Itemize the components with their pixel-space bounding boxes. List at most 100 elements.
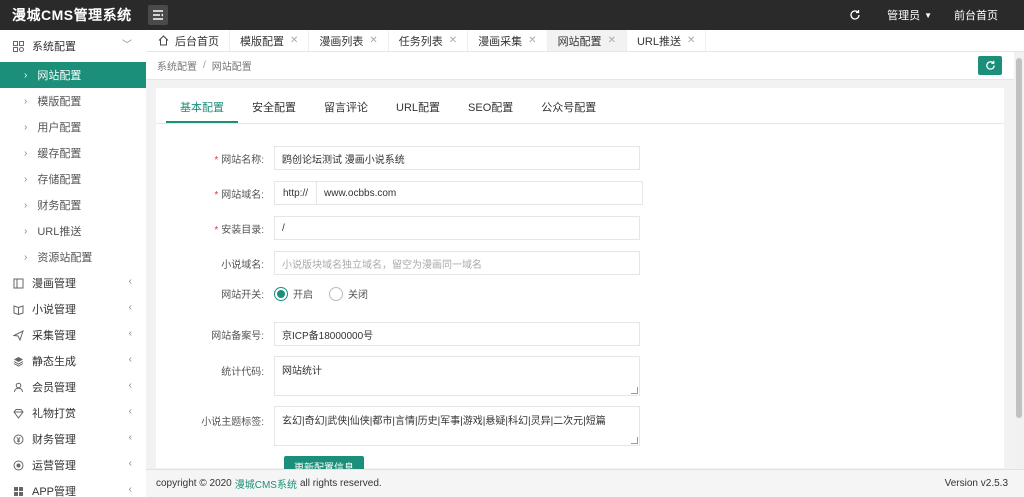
footer-copyright: copyright © 2020	[156, 478, 232, 489]
tab-security-config[interactable]: 安全配置	[238, 99, 310, 123]
sidebar-group-label: 采集管理	[32, 330, 76, 342]
grid-icon	[12, 485, 24, 497]
tab-site-config[interactable]: 网站配置 ✕	[547, 30, 627, 51]
sidebar-group-operation[interactable]: 运营管理 ‹	[0, 452, 146, 478]
label-text: 网站名称:	[221, 154, 264, 166]
chevron-right-icon: ›	[24, 147, 28, 159]
sidebar-group-app[interactable]: APP管理 ‹	[0, 478, 146, 497]
close-icon[interactable]: ✕	[369, 35, 377, 46]
sidebar-group-label: 静态生成	[32, 356, 76, 368]
novel-domain-label: 小说域名:	[221, 259, 264, 271]
target-icon	[12, 459, 24, 471]
close-icon[interactable]: ✕	[687, 35, 695, 46]
sidebar-item-label: 资源站配置	[37, 252, 93, 264]
novel-domain-input[interactable]: 小说版块域名独立域名，留空为漫画同一域名	[274, 251, 640, 275]
tab-seo-config[interactable]: SEO配置	[454, 99, 527, 123]
site-name-input[interactable]: 鸥创论坛测试 漫画小说系统	[274, 146, 640, 170]
app-title: 漫城CMS管理系统	[12, 7, 132, 23]
tab-comic-list[interactable]: 漫画列表 ✕	[309, 30, 389, 51]
footer-cms-link[interactable]: 漫城CMS系统	[235, 476, 297, 491]
sidebar: 系统配置 ﹀ › 网站配置 › 模版配置 › 用户配置 › 缓存配置 › 存储配置 › 财务…	[0, 30, 146, 497]
sidebar-group-label: 运营管理	[32, 460, 76, 472]
sidebar-group-comic[interactable]: 漫画管理 ‹	[0, 270, 146, 296]
chevron-right-icon: ›	[24, 199, 28, 211]
chevron-left-icon: ‹	[128, 484, 132, 495]
sidebar-group-finance[interactable]: 财务管理 ‹	[0, 426, 146, 452]
required-mark: *	[214, 224, 219, 236]
sidebar-item-label: 财务配置	[37, 200, 82, 212]
yen-icon	[12, 433, 24, 445]
site-switch-on-radio[interactable]: 开启	[274, 286, 313, 301]
tab-wechat-config[interactable]: 公众号配置	[527, 99, 610, 123]
admin-label: 管理员	[887, 10, 921, 22]
sidebar-item-url-push[interactable]: › URL推送	[0, 218, 146, 244]
sidebar-group-static[interactable]: 静态生成 ‹	[0, 348, 146, 374]
install-dir-label: * 安装目录:	[156, 221, 274, 236]
required-mark: *	[214, 189, 219, 201]
radio-label: 关闭	[348, 290, 368, 301]
form-row-novel-tags: 小说主题标签: 玄幻|奇幻|武侠|仙侠|都市|言情|历史|军事|游戏|悬疑|科幻…	[156, 406, 640, 446]
send-icon	[12, 329, 24, 341]
sidebar-group-label: APP管理	[32, 486, 77, 497]
chevron-left-icon: ‹	[128, 458, 132, 469]
sidebar-group-system-config[interactable]: 系统配置 ﹀	[0, 30, 146, 62]
sidebar-group-novel[interactable]: 小说管理 ‹	[0, 296, 146, 322]
tab-label: 后台首页	[175, 35, 219, 48]
breadcrumb-parent[interactable]: 系统配置	[157, 58, 197, 73]
sidebar-item-label: 缓存配置	[37, 148, 82, 160]
sidebar-item-cache-config[interactable]: › 缓存配置	[0, 140, 146, 166]
sidebar-group-member[interactable]: 会员管理 ‹	[0, 374, 146, 400]
tab-comic-collect[interactable]: 漫画采集 ✕	[468, 30, 548, 51]
page-scrollbar[interactable]	[1014, 52, 1024, 469]
site-domain-input[interactable]: www.ocbbs.com	[316, 181, 644, 205]
gear-icon	[12, 40, 24, 52]
sidebar-item-template-config[interactable]: › 模版配置	[0, 88, 146, 114]
tab-task-list[interactable]: 任务列表 ✕	[389, 30, 469, 51]
sidebar-item-finance-config[interactable]: › 财务配置	[0, 192, 146, 218]
sidebar-item-user-config[interactable]: › 用户配置	[0, 114, 146, 140]
refresh-page-button[interactable]	[845, 5, 865, 25]
sidebar-item-label: URL推送	[37, 226, 82, 238]
sidebar-group-label: 漫画管理	[32, 278, 76, 290]
tab-url-push[interactable]: URL推送 ✕	[627, 30, 707, 51]
tab-home[interactable]: 后台首页	[146, 30, 230, 51]
stats-textarea[interactable]: 网站统计	[274, 356, 640, 396]
sidebar-item-resource-config[interactable]: › 资源站配置	[0, 244, 146, 270]
tab-label: 漫画列表	[319, 35, 364, 48]
form-row-stats: 统计代码: 网站统计	[156, 356, 640, 396]
sidebar-group-gift[interactable]: 礼物打赏 ‹	[0, 400, 146, 426]
admin-menu[interactable]: 管理员 ▼	[887, 7, 932, 23]
tab-comment-config[interactable]: 留言评论	[310, 99, 382, 123]
footer-rights: all rights reserved.	[299, 478, 382, 489]
tab-basic-config[interactable]: 基本配置	[166, 99, 238, 123]
chevron-down-icon: ﹀	[122, 40, 132, 51]
sidebar-item-site-config[interactable]: › 网站配置	[0, 62, 146, 88]
user-icon	[12, 381, 24, 393]
site-switch-off-radio[interactable]: 关闭	[329, 286, 368, 301]
sidebar-group-label: 财务管理	[32, 434, 76, 446]
install-dir-input[interactable]: /	[274, 216, 640, 240]
chevron-left-icon: ‹	[128, 406, 132, 417]
sidebar-item-label: 存储配置	[37, 174, 82, 186]
tab-template-config[interactable]: 模版配置 ✕	[230, 30, 310, 51]
refresh-content-button[interactable]	[978, 56, 1002, 75]
page-tabs-bar: 后台首页 模版配置 ✕ 漫画列表 ✕ 任务列表 ✕ 漫画采集 ✕ 网站配置 ✕ URL推送…	[146, 30, 1024, 52]
chevron-right-icon: ›	[24, 225, 28, 237]
sidebar-item-label: 用户配置	[37, 122, 82, 134]
menu-toggle-button[interactable]	[148, 5, 168, 25]
close-icon[interactable]: ✕	[608, 35, 616, 46]
layers-icon	[12, 355, 24, 367]
sidebar-item-storage-config[interactable]: › 存储配置	[0, 166, 146, 192]
close-icon[interactable]: ✕	[290, 35, 298, 46]
close-icon[interactable]: ✕	[449, 35, 457, 46]
tab-url-config[interactable]: URL配置	[382, 99, 454, 123]
chevron-left-icon: ‹	[128, 432, 132, 443]
close-icon[interactable]: ✕	[528, 35, 536, 46]
novel-tags-textarea[interactable]: 玄幻|奇幻|武侠|仙侠|都市|言情|历史|军事|游戏|悬疑|科幻|灵异|二次元|…	[274, 406, 640, 446]
icp-input[interactable]: 京ICP备18000000号	[274, 322, 640, 346]
tab-label: 网站配置	[557, 35, 602, 48]
sidebar-item-label: 网站配置	[37, 70, 82, 82]
front-home-link[interactable]: 前台首页	[954, 7, 998, 23]
sidebar-group-collect[interactable]: 采集管理 ‹	[0, 322, 146, 348]
scrollbar-thumb[interactable]	[1016, 58, 1022, 418]
